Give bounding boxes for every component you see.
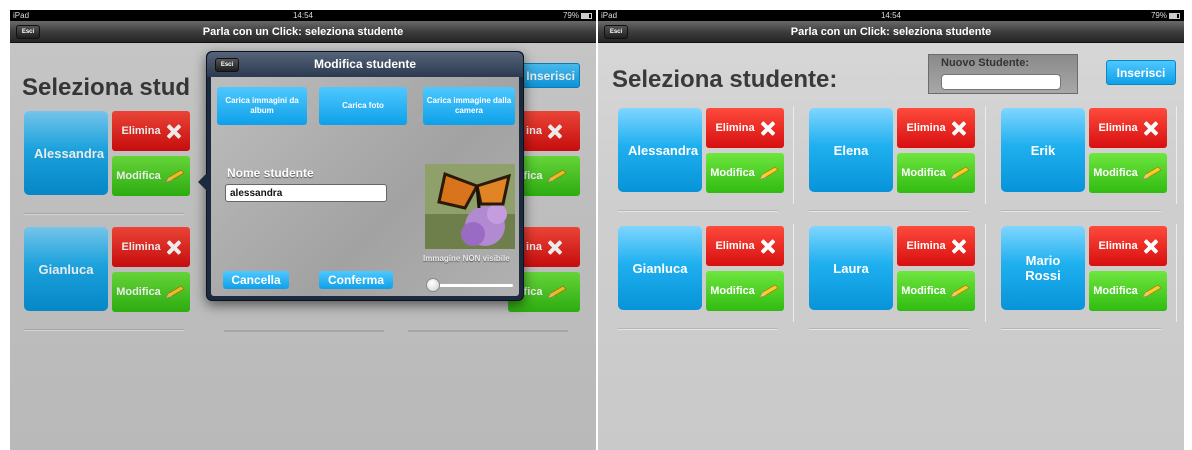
edit-button[interactable]: Modifica [897,271,975,311]
delete-label: Elimina [1098,240,1138,252]
column-separator [1176,224,1177,322]
column-separator [793,224,794,322]
pencil-icon [1141,166,1162,180]
student-card: Erik Elimina Modifica [1001,108,1171,212]
battery-percent: 79% [562,11,579,20]
delete-button[interactable]: Elimina [1089,226,1167,266]
status-bar: iPad 14:54 79% [10,10,596,21]
battery-icon [581,12,592,19]
edit-label: Modifica [710,285,755,297]
close-icon [1143,239,1158,254]
cancel-button[interactable]: Cancella [223,271,289,289]
nav-bar: Esci Parla con un Click: seleziona stude… [10,21,596,43]
student-name-label: Nome studente [227,166,314,180]
new-student-input[interactable] [941,74,1061,90]
visibility-slider-thumb[interactable] [426,278,440,292]
student-button[interactable]: Gianluca [618,226,702,310]
close-icon [760,239,775,254]
status-time: 14:54 [292,11,314,20]
image-visibility-label: Immagine NON visibile [423,254,510,263]
student-button[interactable]: Erik [1001,108,1085,192]
edit-label: Modifica [1093,167,1138,179]
delete-button[interactable]: Elimina [706,226,784,266]
student-button[interactable]: Alessandra [618,108,702,192]
student-card: Mario Rossi Elimina Modifica [1001,226,1171,330]
battery-percent: 79% [1150,11,1167,20]
column-separator [985,106,986,204]
left-screen: iPad 14:54 79% Esci Parla con un Click: … [10,10,596,450]
popover-header: Esci Modifica studente [207,52,523,77]
edit-label: Modifica [901,167,946,179]
nav-title: Parla con un Click: seleziona studente [790,26,992,38]
close-icon [760,121,775,136]
edit-button[interactable]: Modifica [706,271,784,311]
load-camera-button[interactable]: Carica immagine dalla camera [423,87,515,125]
delete-label: Elimina [906,240,946,252]
edit-button[interactable]: Modifica [897,153,975,193]
column-separator [1176,106,1177,204]
row-separator [1001,328,1161,330]
student-card: Alessandra Elimina Modifica [618,108,788,212]
nav-bar: Esci Parla con un Click: seleziona stude… [598,21,1184,43]
load-photo-button[interactable]: Carica foto [319,87,407,125]
row-separator [809,328,969,330]
student-card: Laura Elimina Modifica [809,226,979,330]
delete-button[interactable]: Elimina [897,108,975,148]
student-card: Elena Elimina Modifica [809,108,979,212]
column-separator [793,106,794,204]
student-card: Gianluca Elimina Modifica [618,226,788,330]
edit-student-popover: Esci Modifica studente Carica immagini d… [198,51,524,301]
delete-label: Elimina [1098,122,1138,134]
popover-body: Carica immagini da album Carica foto Car… [211,77,519,296]
nav-title: Parla con un Click: seleziona studente [202,26,404,38]
student-button[interactable]: Laura [809,226,893,310]
delete-label: Elimina [715,122,755,134]
close-icon [951,121,966,136]
edit-label: Modifica [1093,285,1138,297]
edit-label: Modifica [710,167,755,179]
pencil-icon [949,284,970,298]
delete-label: Elimina [715,240,755,252]
delete-button[interactable]: Elimina [1089,108,1167,148]
close-icon [951,239,966,254]
pencil-icon [758,284,779,298]
insert-button[interactable]: Inserisci [1106,60,1176,85]
status-time: 14:54 [880,11,902,20]
visibility-slider-track[interactable] [433,284,513,287]
student-name-input[interactable]: alessandra [225,184,387,202]
delete-button[interactable]: Elimina [897,226,975,266]
student-button[interactable]: Elena [809,108,893,192]
load-album-button[interactable]: Carica immagini da album [217,87,307,125]
row-separator [809,210,969,212]
edit-label: Modifica [901,285,946,297]
battery-indicator: 79% [1151,10,1180,21]
battery-icon [1169,12,1180,19]
row-separator [618,210,778,212]
edit-button[interactable]: Modifica [1089,153,1167,193]
page-title: Seleziona studente: [612,66,838,93]
delete-label: Elimina [906,122,946,134]
student-photo [425,164,515,249]
popover-title: Modifica studente [313,57,416,71]
status-bar: iPad 14:54 79% [598,10,1184,21]
row-separator [1001,210,1161,212]
battery-indicator: 79% [563,10,592,21]
edit-button[interactable]: Modifica [706,153,784,193]
new-student-label: Nuovo Studente: [941,57,1029,69]
column-separator [985,224,986,322]
new-student-panel: Nuovo Studente: [928,54,1078,94]
right-screen: iPad 14:54 79% Esci Parla con un Click: … [598,10,1184,450]
delete-button[interactable]: Elimina [706,108,784,148]
pencil-icon [758,166,779,180]
close-icon [1143,121,1158,136]
pencil-icon [1141,284,1162,298]
pencil-icon [949,166,970,180]
row-separator [618,328,778,330]
student-button[interactable]: Mario Rossi [1001,226,1085,310]
edit-button[interactable]: Modifica [1089,271,1167,311]
confirm-button[interactable]: Conferma [319,271,393,289]
